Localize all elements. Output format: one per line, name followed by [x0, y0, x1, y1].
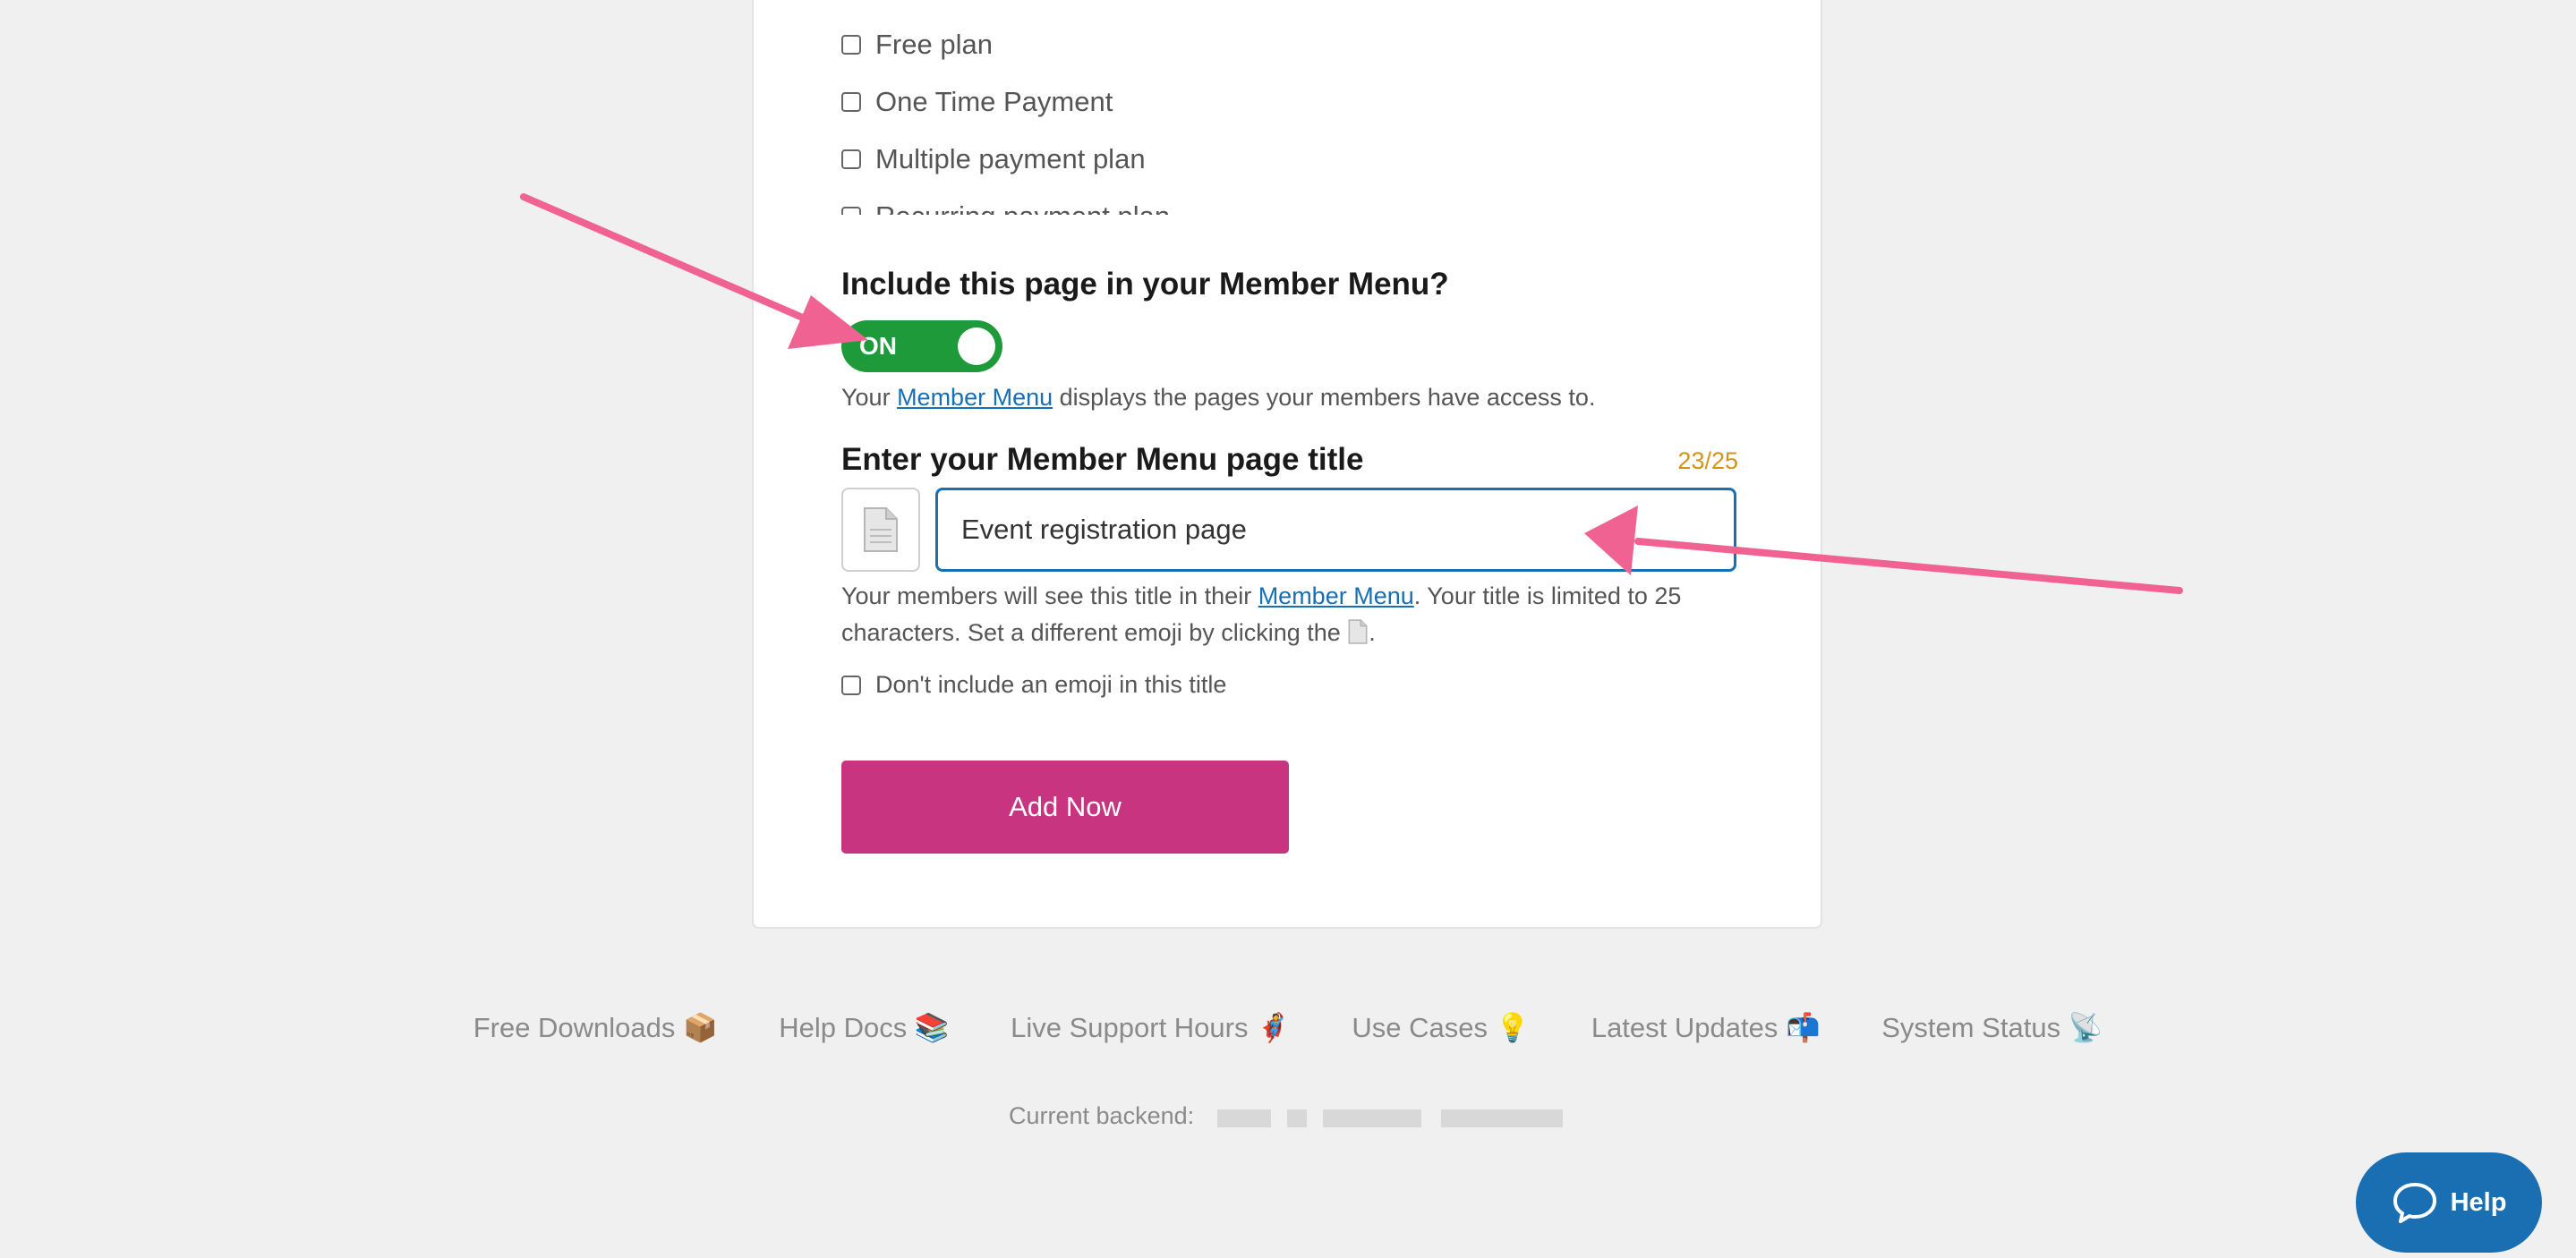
no-emoji-label: Don't include an emoji in this title — [875, 671, 1227, 698]
checkbox[interactable] — [841, 675, 861, 695]
page-facing-up-icon — [864, 507, 898, 552]
checkbox[interactable] — [841, 149, 861, 169]
footer-link-live-support[interactable]: Live Support Hours 🦸 — [1011, 1011, 1291, 1044]
plan-option-recurring[interactable]: Recurring payment plan — [841, 197, 1170, 215]
footer-link-help-docs[interactable]: Help Docs 📚 — [779, 1011, 949, 1044]
member-menu-link[interactable]: Member Menu — [1258, 582, 1414, 609]
member-menu-heading: Include this page in your Member Menu? — [841, 267, 1449, 302]
help-widget-button[interactable]: Help — [2356, 1152, 2542, 1253]
character-counter: 23/25 — [1677, 447, 1738, 474]
member-menu-toggle[interactable]: ON — [841, 320, 1002, 372]
page-facing-up-icon — [1348, 619, 1368, 644]
current-backend-label: Current backend: — [1009, 1102, 1195, 1129]
satellite-antenna-icon: 📡 — [2068, 1012, 2103, 1043]
chat-bubble-icon — [2393, 1183, 2436, 1223]
page-title-input[interactable]: Event registration page — [935, 488, 1736, 572]
footer-link-use-cases[interactable]: Use Cases 💡 — [1352, 1011, 1530, 1044]
no-emoji-option[interactable]: Don't include an emoji in this title — [841, 671, 1226, 699]
plan-option-multiple[interactable]: Multiple payment plan — [841, 140, 1146, 179]
emoji-picker-button[interactable] — [841, 488, 920, 572]
footer-link-latest-updates[interactable]: Latest Updates 📬 — [1591, 1011, 1821, 1044]
plan-label: One Time Payment — [875, 86, 1113, 117]
plan-option-free[interactable]: Free plan — [841, 25, 993, 64]
lightbulb-icon: 💡 — [1495, 1012, 1531, 1043]
checkbox[interactable] — [841, 35, 861, 55]
page-title-heading: Enter your Member Menu page title — [841, 442, 1364, 477]
footer-links: Free Downloads 📦 Help Docs 📚 Live Suppor… — [0, 1011, 2576, 1044]
footer-link-free-downloads[interactable]: Free Downloads 📦 — [473, 1011, 718, 1044]
toggle-label: ON — [859, 332, 897, 360]
plan-checkbox-list: Free plan One Time Payment Multiple paym… — [841, 25, 1378, 215]
package-icon: 📦 — [683, 1012, 718, 1043]
toggle-knob — [958, 327, 995, 365]
plan-label: Multiple payment plan — [875, 143, 1146, 174]
member-menu-description: Your Member Menu displays the pages your… — [841, 384, 1596, 411]
plan-option-one-time[interactable]: One Time Payment — [841, 82, 1113, 122]
mailbox-icon: 📬 — [1785, 1012, 1821, 1043]
member-menu-link[interactable]: Member Menu — [897, 384, 1053, 411]
footer-link-system-status[interactable]: System Status 📡 — [1881, 1011, 2103, 1044]
page-title-help-text: Your members will see this title in thei… — [841, 582, 1682, 646]
checkbox[interactable] — [841, 207, 861, 215]
plan-label: Recurring payment plan — [875, 200, 1170, 215]
add-now-button[interactable]: Add Now — [841, 761, 1289, 854]
superhero-icon: 🦸 — [1256, 1012, 1291, 1043]
help-widget-label: Help — [2450, 1187, 2507, 1217]
books-icon: 📚 — [914, 1012, 950, 1043]
checkbox[interactable] — [841, 92, 861, 112]
plan-label: Free plan — [875, 29, 993, 60]
